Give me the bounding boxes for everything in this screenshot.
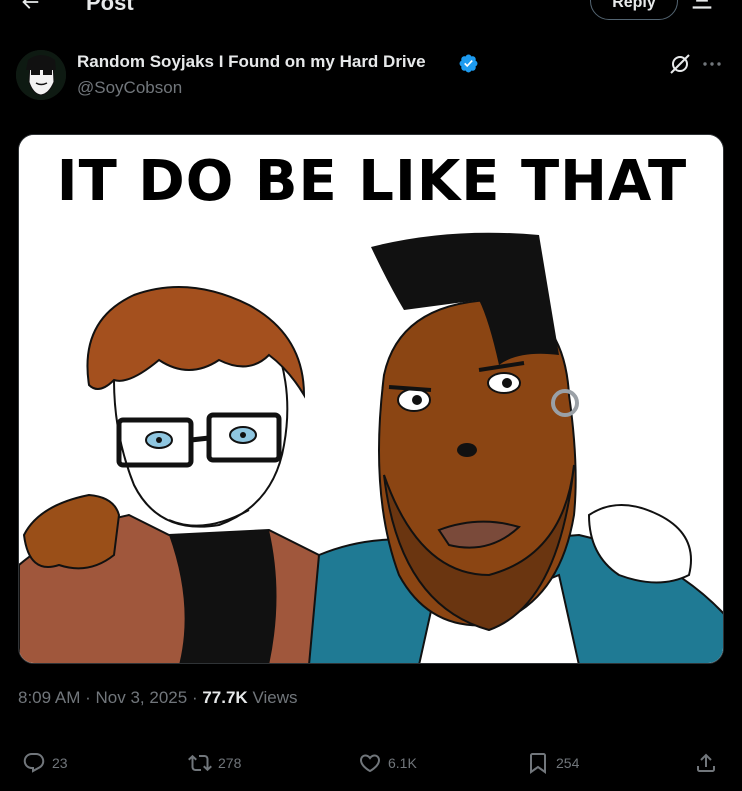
author-handle[interactable]: @SoyCobson [77,78,182,98]
like-action[interactable]: 6.1K [358,746,417,780]
reply-icon [23,753,45,773]
post-time[interactable]: 8:09 AM [18,688,80,707]
arrow-left-icon [22,0,39,9]
post-actions: 23 278 6.1K 254 [0,746,742,780]
page-title: Post [86,0,134,15]
author-display-name[interactable]: Random Soyjaks I Found on my Hard Drive [77,52,426,72]
share-icon [697,753,715,772]
verified-badge-icon [459,54,478,73]
separator: · [191,688,198,707]
post-metadata: 8:09 AM · Nov 3, 2025 · 77.7K Views [18,688,298,708]
top-bar: Post Reply [0,0,742,22]
views-label: Views [252,688,298,707]
views-count: 77.7K [202,688,248,707]
share-action[interactable] [694,746,718,780]
reply-count: 23 [52,755,68,771]
grok-icon[interactable] [668,52,692,76]
repost-icon [188,754,212,772]
more-options-icon[interactable] [700,52,724,76]
avatar[interactable] [16,50,66,100]
repost-count: 278 [218,755,242,771]
avatar-image [16,50,66,100]
post-author: Random Soyjaks I Found on my Hard Drive … [16,50,726,102]
reply-action[interactable]: 23 [22,746,68,780]
bookmark-count: 254 [556,755,580,771]
heart-icon [359,754,381,773]
separator: · [85,688,91,707]
reply-settings-icon[interactable] [688,0,716,18]
post-media-image[interactable]: IT DO BE LIKE THAT [18,134,724,664]
back-button[interactable] [14,0,46,18]
meme-caption: IT DO BE LIKE THAT [56,149,688,214]
like-count: 6.1K [388,755,417,771]
meme-illustration [19,135,723,663]
repost-action[interactable]: 278 [188,746,241,780]
reply-button[interactable]: Reply [590,0,678,20]
post-date[interactable]: Nov 3, 2025 [96,688,188,707]
bookmark-action[interactable]: 254 [526,746,579,780]
bookmark-icon [530,753,546,774]
